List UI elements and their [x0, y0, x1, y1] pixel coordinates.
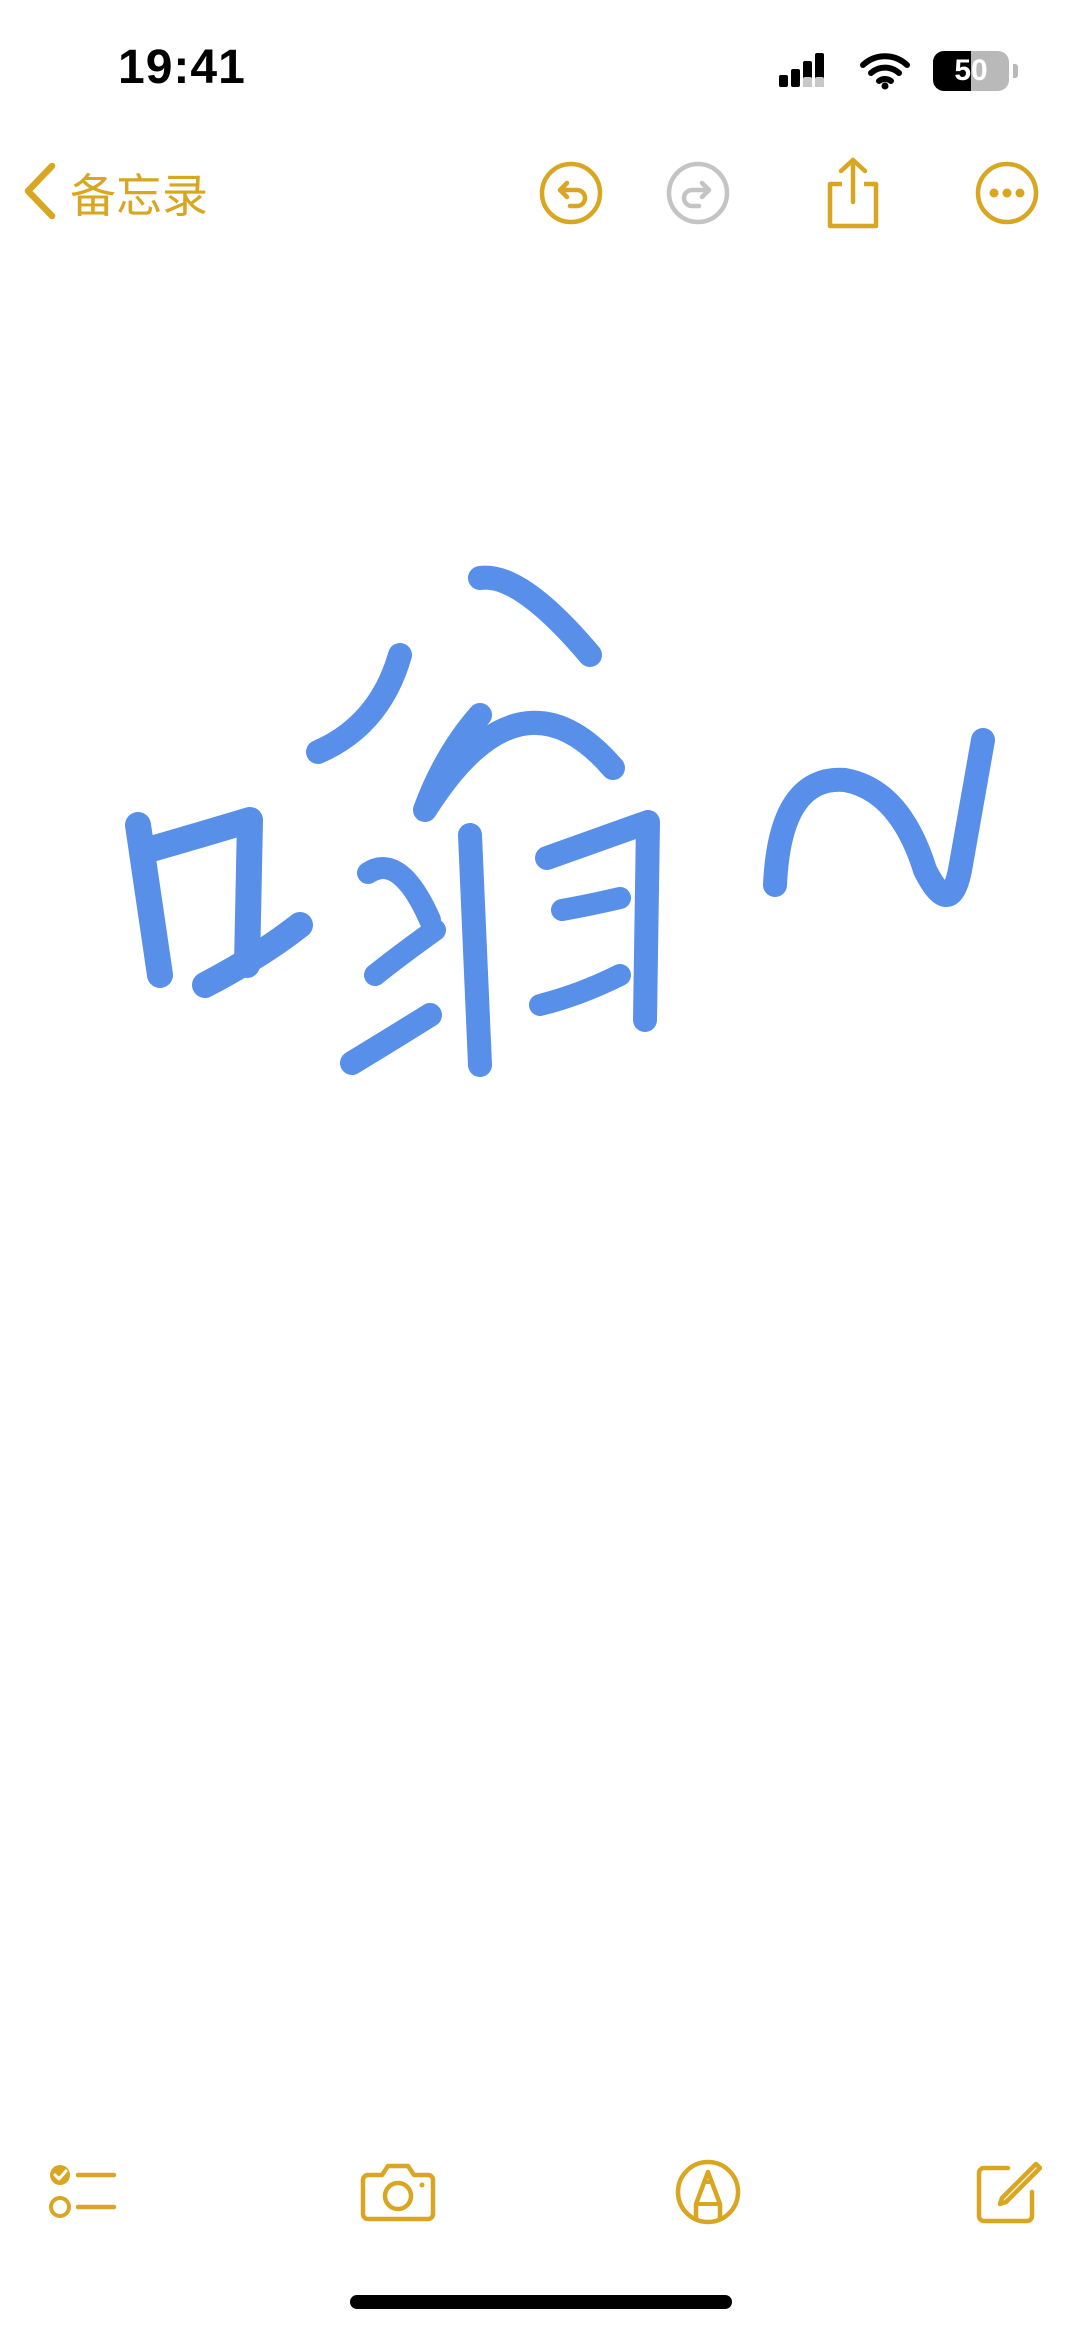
undo-button[interactable] — [536, 158, 606, 228]
redo-icon — [665, 160, 731, 226]
ink-stroke — [458, 823, 492, 1077]
ink-stroke — [357, 857, 441, 931]
ink-stroke — [468, 565, 602, 667]
markup-pen-icon — [674, 2158, 742, 2226]
home-indicator[interactable] — [350, 2295, 732, 2309]
compose-icon — [974, 2158, 1042, 2226]
share-button[interactable] — [818, 156, 888, 230]
markup-button[interactable] — [668, 2152, 748, 2232]
ink-stroke — [306, 643, 412, 764]
undo-icon — [538, 160, 604, 226]
ink-stroke — [364, 919, 446, 986]
battery-icon: 50 — [933, 51, 1009, 91]
status-time: 19:41 — [118, 41, 246, 94]
drawing-canvas[interactable] — [0, 240, 1080, 2120]
camera-button[interactable] — [358, 2152, 438, 2232]
checklist-icon — [48, 2159, 120, 2225]
status-icons: 50 — [779, 48, 1018, 94]
handwriting-strokes — [125, 565, 995, 1077]
redo-button[interactable] — [663, 158, 733, 228]
share-icon — [822, 156, 884, 230]
ink-stroke — [551, 887, 631, 921]
nav-bar: 备忘录 — [0, 150, 1080, 235]
camera-icon — [360, 2161, 436, 2223]
cellular-signal-icon — [779, 53, 837, 89]
wifi-icon — [859, 52, 911, 90]
back-label: 备忘录 — [70, 169, 208, 223]
back-button[interactable]: 备忘录 — [22, 160, 208, 226]
status-bar: 19:41 50 — [0, 0, 1080, 150]
ink-stroke — [763, 728, 995, 907]
compose-button[interactable] — [968, 2152, 1048, 2232]
battery-level: 50 — [954, 54, 988, 87]
more-button[interactable] — [972, 158, 1042, 228]
checklist-button[interactable] — [44, 2152, 124, 2232]
bottom-toolbar — [0, 2140, 1080, 2240]
ink-stroke — [413, 703, 625, 822]
more-icon — [974, 160, 1040, 226]
chevron-left-icon — [22, 162, 58, 225]
ink-stroke — [529, 964, 631, 1016]
ink-stroke — [340, 1003, 442, 1075]
battery-cap — [1013, 64, 1018, 78]
